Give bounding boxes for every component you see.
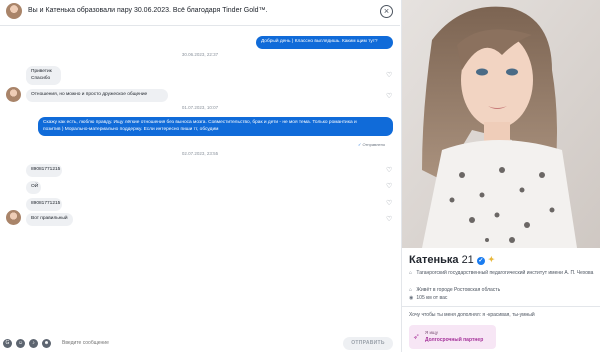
incoming-message[interactable]: ОЙ <box>26 181 41 194</box>
goal-label: Я ищу <box>425 330 439 335</box>
profile-age: 21 <box>461 254 474 266</box>
avatar[interactable] <box>6 87 21 102</box>
heart-icon[interactable]: ♡ <box>386 167 393 174</box>
gif-icon[interactable]: G <box>3 339 12 348</box>
heart-icon[interactable]: ♡ <box>386 93 393 100</box>
check-icon: ✓ <box>358 142 362 147</box>
message-date: 01.07.2023, 10:07 <box>181 105 219 110</box>
relationship-goal-card: ➶ Я ищу Долгосрочный партнер <box>409 325 496 349</box>
location-pin-icon: ◉ <box>409 295 414 301</box>
home-icon: ⌂ <box>409 287 413 293</box>
avatar[interactable] <box>6 3 22 19</box>
profile-photo[interactable] <box>402 0 600 248</box>
incoming-message[interactable]: Отношения, но можно и просто дружеское о… <box>26 89 168 102</box>
city-text: Живёт в городе Ростовская область <box>416 287 501 293</box>
heart-icon[interactable]: ♡ <box>386 72 393 79</box>
message-input[interactable] <box>62 340 262 346</box>
distance-text: 105 км от вас <box>416 295 448 301</box>
avatar[interactable] <box>6 210 21 225</box>
status-text: Отправлено <box>362 142 386 147</box>
cupid-arrow-icon: ➶ <box>413 332 420 341</box>
message-status: ✓ Отправлено <box>358 142 385 147</box>
emoji-icon[interactable]: ☻ <box>42 339 51 348</box>
message-date: 02.07.2023, 23:55 <box>181 151 219 156</box>
outgoing-message[interactable]: Скажу как есть, люблю правду. Ищу лёгкие… <box>38 117 393 136</box>
incoming-message[interactable]: 89081771215 <box>26 164 62 177</box>
message-composer: G ☺ ♪ ☻ ОТПРАВИТЬ <box>0 336 400 352</box>
school-info: ⌂ Таганрогский государственный педагогич… <box>409 270 595 277</box>
profile-photo-image <box>402 0 600 248</box>
city-info: ⌂ Живёт в городе Ростовская область <box>409 287 595 294</box>
school-text: Таганрогский государственный педагогичес… <box>416 270 594 276</box>
music-icon[interactable]: ♪ <box>29 339 38 348</box>
chat-panel: Вы и Катенька образовали пару 30.06.2023… <box>0 0 400 352</box>
heart-icon[interactable]: ♡ <box>386 183 393 190</box>
profile-name: Катенька 21 ✓ ✦ <box>409 254 497 266</box>
match-title: Вы и Катенька образовали пару 30.06.2023… <box>28 7 268 14</box>
heart-icon[interactable]: ♡ <box>386 200 393 207</box>
incoming-message[interactable]: Вот правильный <box>26 213 73 226</box>
graduation-cap-icon: ⌂ <box>409 270 413 276</box>
profile-bio: Хочу чтобы ты меня дополнял: я -красивая… <box>409 312 535 318</box>
divider <box>402 306 600 307</box>
incoming-message[interactable]: Приветик Спасибо <box>26 66 61 85</box>
message-date: 30.06.2023, 22:37 <box>181 52 219 57</box>
chat-header: Вы и Катенька образовали пару 30.06.2023… <box>0 0 400 26</box>
message-line: Спасибо <box>31 75 51 81</box>
outgoing-message[interactable]: Добрый день ) Классно выглядишь. Каким щ… <box>256 36 393 49</box>
close-icon[interactable]: × <box>380 5 393 18</box>
send-button[interactable]: ОТПРАВИТЬ <box>343 337 393 350</box>
name-text: Катенька <box>409 254 459 266</box>
incoming-message[interactable]: 89081771215 <box>26 198 62 211</box>
goal-value: Долгосрочный партнер <box>425 337 484 343</box>
gold-badge-icon: ✦ <box>487 255 495 264</box>
sticker-icon[interactable]: ☺ <box>16 339 25 348</box>
distance-info: ◉ 105 км от вас <box>409 295 595 302</box>
message-line: Скажу как есть, люблю правду. Ищу лёгкие… <box>43 120 357 125</box>
verified-icon: ✓ <box>476 257 485 265</box>
message-line: позитив ) Морально-материально поддержу.… <box>43 126 219 132</box>
profile-panel: Катенька 21 ✓ ✦ ⌂ Таганрогский государст… <box>401 0 600 352</box>
heart-icon[interactable]: ♡ <box>386 216 393 223</box>
